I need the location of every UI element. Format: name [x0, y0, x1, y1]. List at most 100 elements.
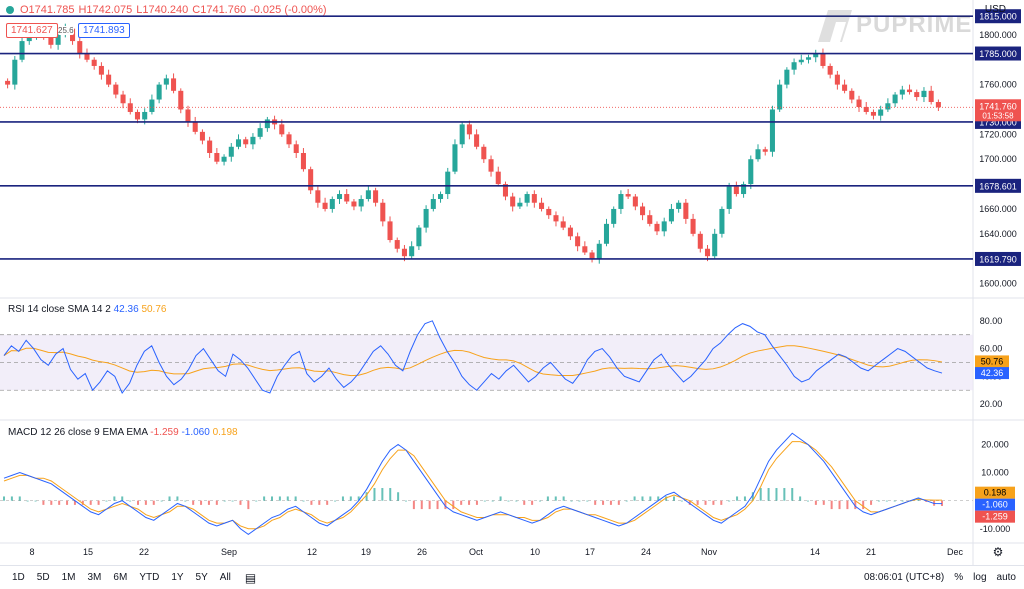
macd-hist-bar: [239, 500, 242, 505]
candle: [134, 111, 141, 120]
log-toggle[interactable]: log: [973, 572, 986, 583]
macd-hist-bar: [696, 500, 699, 505]
macd-hist-bar: [720, 500, 723, 505]
timeframe-buttons: 1D 5D 1M 3M 6M YTD 1Y 5Y All: [12, 572, 231, 583]
candle: [98, 65, 104, 75]
candle: [77, 41, 83, 54]
timeframe-button-5d[interactable]: 5D: [37, 572, 50, 583]
macd-hist-bar: [26, 500, 29, 502]
macd-hist-bar: [255, 500, 258, 502]
macd-hist-bar: [775, 488, 778, 501]
percent-toggle[interactable]: %: [954, 572, 963, 583]
macd-tick: -10.000: [980, 524, 1011, 534]
time-tick: Nov: [701, 547, 718, 557]
macd-hist-bar: [412, 500, 415, 510]
level-label: 1678.601: [979, 181, 1017, 191]
macd-hist-bar: [42, 500, 45, 505]
rsi-tick: 20.00: [980, 399, 1003, 409]
buy-button[interactable]: 1741.893: [78, 23, 130, 38]
macd-hist-bar: [381, 488, 384, 501]
candle: [632, 196, 638, 207]
timeframe-button-1d[interactable]: 1D: [12, 572, 25, 583]
candle: [445, 171, 451, 195]
candle: [235, 139, 242, 147]
candle: [264, 119, 270, 129]
candle: [805, 57, 812, 60]
macd-hist-bar: [341, 496, 344, 501]
macd-hist-bar: [712, 500, 715, 505]
bottom-toolbar: 1D 5D 1M 3M 6M YTD 1Y 5Y All ▤ 08:06:01 (UTC+8) …: [0, 565, 1024, 589]
time-tick: 15: [83, 547, 93, 557]
candle: [214, 153, 220, 162]
macd-hist-bar: [531, 500, 534, 505]
macd-hist-bar: [491, 500, 494, 502]
macd-hist-bar: [318, 500, 321, 505]
timeframe-button-5y[interactable]: 5Y: [196, 572, 208, 583]
macd-hist-bar: [539, 500, 541, 502]
macd-hist-bar: [349, 496, 352, 501]
macd-hist-bar: [586, 500, 589, 502]
price-tick: 1800.000: [979, 30, 1017, 40]
rsi-legend[interactable]: RSI 14 close SMA 14 2 42.36 50.76: [8, 304, 166, 315]
macd-hist-bar: [420, 500, 423, 510]
candle: [870, 111, 876, 116]
macd-hist-bar: [160, 500, 163, 502]
high-value: H1742.075: [78, 4, 133, 16]
candle: [668, 208, 674, 222]
rsi-sma-tag: 50.76: [981, 356, 1004, 366]
macd-hist-value: -1.259: [150, 427, 179, 438]
price-tick: 1660.000: [979, 204, 1017, 214]
macd-hist-bar: [129, 500, 132, 502]
settings-gear-icon[interactable]: ⚙: [993, 545, 1004, 559]
candle: [885, 103, 891, 110]
auto-toggle[interactable]: auto: [997, 572, 1016, 583]
calendar-icon[interactable]: ▤: [245, 571, 256, 585]
rsi-tick: 60.00: [980, 344, 1003, 354]
macd-hist-bar: [460, 500, 463, 505]
macd-legend[interactable]: MACD 12 26 close 9 EMA EMA -1.259 -1.060…: [8, 427, 238, 438]
candle: [596, 243, 602, 259]
macd-hist-bar: [767, 488, 770, 501]
candle: [300, 153, 306, 170]
level-label: 1619.790: [979, 254, 1017, 264]
candle: [178, 90, 184, 110]
candle: [726, 186, 732, 209]
macd-hist-bar: [736, 496, 739, 501]
macd-hist-bar: [58, 500, 61, 505]
candle: [286, 134, 292, 145]
candle: [820, 53, 826, 66]
macd-hist-bar: [594, 500, 597, 505]
candle: [603, 223, 610, 244]
timeframe-button-ytd[interactable]: YTD: [139, 572, 159, 583]
macd-hist-bar: [570, 500, 573, 502]
price-chart[interactable]: 1815.0001785.0001730.0001678.6011619.790…: [0, 0, 1024, 588]
sell-button[interactable]: 1741.627: [6, 23, 58, 38]
candle: [928, 90, 934, 103]
low-value: L1740.240: [136, 4, 189, 16]
timeframe-button-6m[interactable]: 6M: [113, 572, 127, 583]
currency-label[interactable]: USD: [985, 4, 1006, 15]
price-tick: 1600.000: [979, 279, 1017, 289]
price-tick: 1700.000: [979, 154, 1017, 164]
macd-hist-bar: [743, 496, 746, 501]
candle: [625, 194, 631, 197]
timeframe-button-all[interactable]: All: [220, 572, 231, 583]
timeframe-button-1y[interactable]: 1Y: [171, 572, 183, 583]
macd-hist-bar: [192, 500, 195, 505]
macd-value-tag: 0.198: [984, 488, 1007, 498]
candle: [351, 201, 357, 207]
status-dot-icon: [6, 6, 14, 14]
candle: [142, 111, 148, 120]
time-tick: 21: [866, 547, 876, 557]
macd-hist-bar: [499, 496, 502, 501]
timeframe-button-3m[interactable]: 3M: [88, 572, 102, 583]
timeframe-button-1m[interactable]: 1M: [62, 572, 76, 583]
macd-hist-bar: [231, 500, 234, 502]
macd-hist-bar: [791, 488, 794, 501]
candle: [921, 90, 927, 98]
candle: [618, 194, 624, 209]
macd-hist-bar: [121, 496, 124, 501]
clock-readout[interactable]: 08:06:01 (UTC+8): [864, 572, 944, 583]
candle: [373, 190, 379, 203]
spread-value: 25.6: [58, 26, 74, 35]
